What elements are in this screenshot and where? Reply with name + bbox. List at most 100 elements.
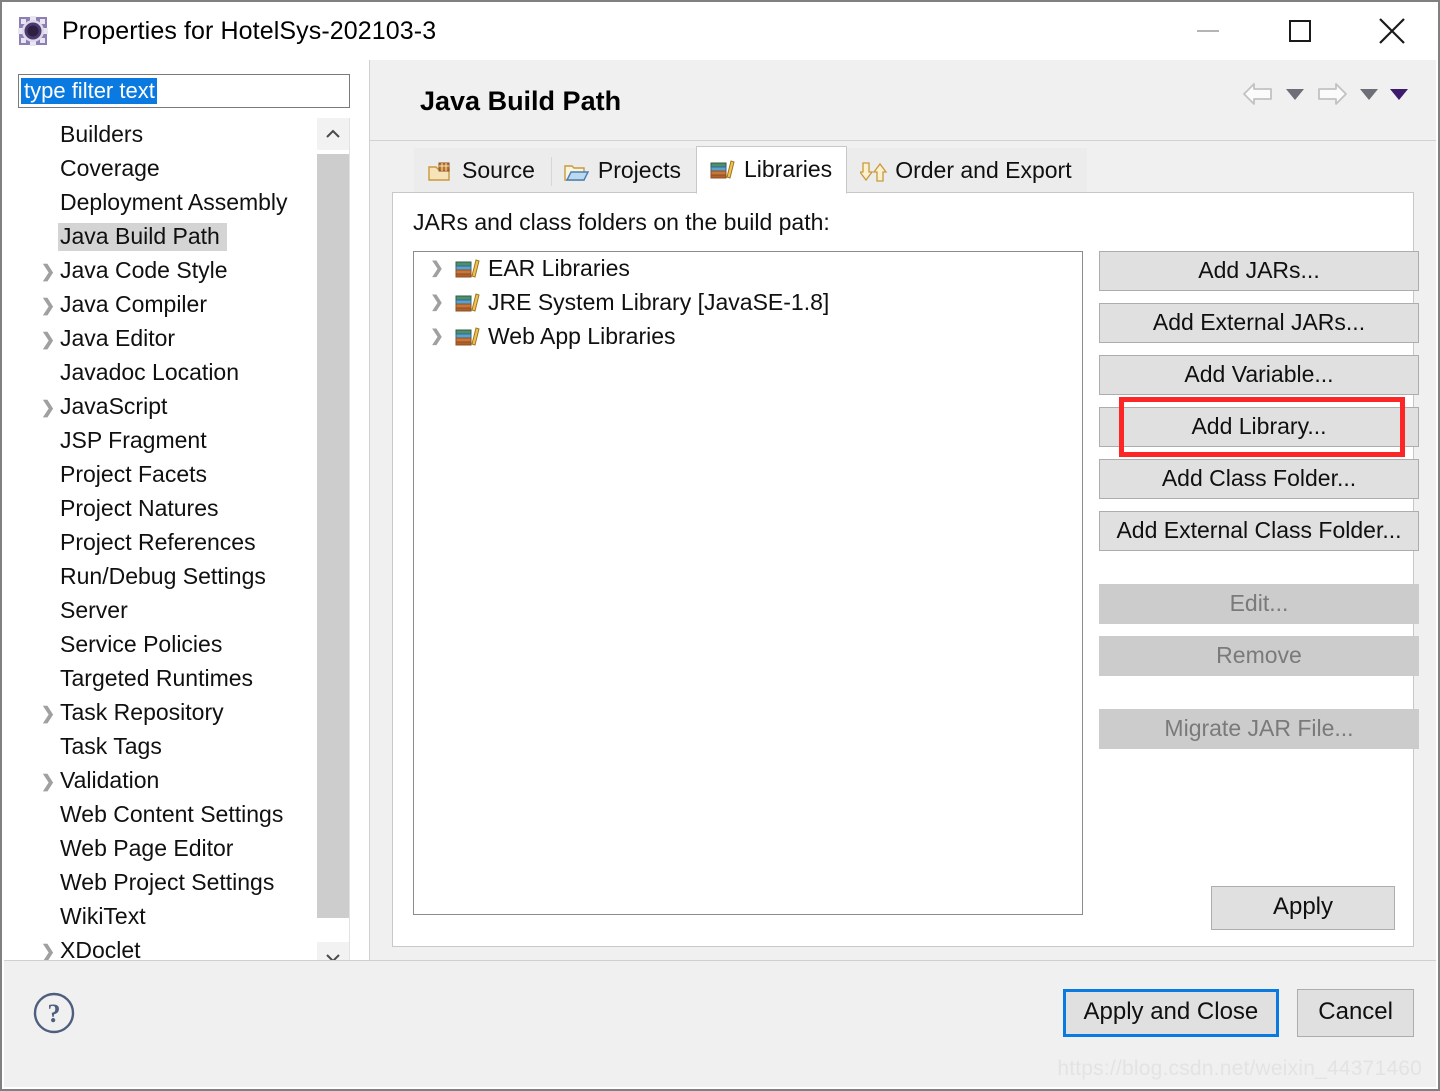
chevron-right-icon[interactable]: ❯ [428, 295, 446, 311]
sidebar-item-coverage[interactable]: Coverage [18, 152, 318, 186]
apply-and-close-button[interactable]: Apply and Close [1062, 989, 1280, 1037]
sidebar-item-label: Project References [60, 528, 256, 555]
help-question-icon: ? [33, 992, 75, 1034]
sidebar-item-label: Targeted Runtimes [60, 664, 254, 691]
sidebar-item-label: Web Page Editor [60, 834, 234, 861]
sidebar-item-javascript[interactable]: ❯ JavaScript [18, 390, 318, 424]
sidebar-item-label: Deployment Assembly [60, 188, 288, 215]
sidebar-item-project-facets[interactable]: Project Facets [18, 458, 318, 492]
sidebar-item-run-debug-settings[interactable]: Run/Debug Settings [18, 560, 318, 594]
sidebar-item-jsp-fragment[interactable]: JSP Fragment [18, 424, 318, 458]
sidebar-item-web-page-editor[interactable]: Web Page Editor [18, 832, 318, 866]
maximize-button[interactable] [1254, 2, 1346, 60]
window-controls [1162, 2, 1438, 60]
library-books-icon [454, 325, 480, 349]
sidebar-item-java-editor[interactable]: ❯ Java Editor [18, 322, 318, 356]
list-caption: JARs and class folders on the build path… [413, 209, 830, 235]
sidebar-item-label: Java Compiler [60, 290, 207, 317]
forward-history-button[interactable] [1354, 85, 1384, 104]
back-button[interactable] [1236, 76, 1280, 112]
chevron-right-icon[interactable]: ❯ [428, 329, 446, 345]
tab-projects[interactable]: Projects [549, 148, 696, 194]
sidebar-item-label: Validation [60, 766, 160, 793]
minimize-icon [1197, 30, 1219, 32]
build-path-list[interactable]: ❯ EAR Libraries ❯ JRE System Library [JavaS… [413, 251, 1083, 915]
chevron-right-icon[interactable]: ❯ [38, 705, 58, 722]
navigation-controls [1236, 76, 1414, 112]
maximize-icon [1289, 20, 1311, 42]
sidebar-item-label: WikiText [60, 902, 146, 929]
sidebar-item-label: Service Policies [60, 630, 223, 657]
sidebar-item-validation[interactable]: ❯ Validation [18, 764, 318, 798]
chevron-right-icon[interactable]: ❯ [38, 331, 58, 348]
sidebar-item-task-tags[interactable]: Task Tags [18, 730, 318, 764]
scrollbar-thumb[interactable] [317, 154, 349, 918]
tree-scrollbar[interactable] [317, 118, 349, 974]
tab-label: Projects [597, 157, 681, 183]
sidebar-item-label: Run/Debug Settings [60, 562, 266, 589]
chevron-down-icon [1360, 88, 1378, 100]
source-folder-icon [427, 160, 453, 184]
sidebar-item-label: Project Facets [60, 460, 207, 487]
library-row[interactable]: ❯ Web App Libraries [414, 320, 1082, 354]
apply-button[interactable]: Apply [1211, 886, 1395, 930]
scroll-up-icon[interactable] [317, 118, 349, 150]
minimize-button[interactable] [1162, 2, 1254, 60]
sidebar-item-builders[interactable]: Builders [18, 118, 318, 152]
sidebar-item-wikitext[interactable]: WikiText [18, 900, 318, 934]
library-row[interactable]: ❯ JRE System Library [JavaSE-1.8] [414, 286, 1082, 320]
dialog-footer: ? Apply and Close Cancel https://blog.cs… [4, 960, 1436, 1087]
forward-button[interactable] [1310, 76, 1354, 112]
sidebar-item-label: Web Content Settings [60, 800, 284, 827]
footer-buttons: Apply and Close Cancel [1062, 989, 1414, 1037]
filter-input[interactable]: type filter text [18, 74, 350, 108]
sidebar-item-java-code-style[interactable]: ❯ Java Code Style [18, 254, 318, 288]
chevron-right-icon[interactable]: ❯ [38, 297, 58, 314]
library-label: Web App Libraries [488, 322, 676, 349]
sidebar-item-java-compiler[interactable]: ❯ Java Compiler [18, 288, 318, 322]
sidebar-item-label: JavaScript [60, 392, 168, 419]
add-variable-button[interactable]: Add Variable... [1099, 355, 1419, 395]
sidebar-item-javadoc-location[interactable]: Javadoc Location [18, 356, 318, 390]
chevron-right-icon[interactable]: ❯ [38, 399, 58, 416]
tab-order-and-export[interactable]: Order and Export [847, 148, 1087, 194]
add-library-button[interactable]: Add Library... [1099, 407, 1419, 447]
sidebar-item-service-policies[interactable]: Service Policies [18, 628, 318, 662]
help-button[interactable]: ? [32, 991, 76, 1035]
sidebar-item-project-references[interactable]: Project References [18, 526, 318, 560]
chevron-right-icon[interactable]: ❯ [38, 263, 58, 280]
back-history-button[interactable] [1280, 85, 1310, 104]
tab-libraries[interactable]: Libraries [695, 146, 848, 194]
main-content: Java Build Path Source Projects Librarie… [369, 60, 1436, 961]
sidebar-item-label: JSP Fragment [60, 426, 207, 453]
sidebar-item-web-content-settings[interactable]: Web Content Settings [18, 798, 318, 832]
sidebar-item-java-build-path[interactable]: Java Build Path [18, 220, 318, 254]
sidebar-item-web-project-settings[interactable]: Web Project Settings [18, 866, 318, 900]
sidebar-item-label: Javadoc Location [60, 358, 240, 385]
sidebar-item-server[interactable]: Server [18, 594, 318, 628]
sidebar-item-label: Builders [60, 120, 144, 147]
chevron-right-icon[interactable]: ❯ [38, 943, 58, 960]
sidebar-item-targeted-runtimes[interactable]: Targeted Runtimes [18, 662, 318, 696]
chevron-right-icon[interactable]: ❯ [428, 261, 446, 277]
sidebar-item-task-repository[interactable]: ❯ Task Repository [18, 696, 318, 730]
filter-input-value: type filter text [21, 77, 157, 105]
view-menu-button[interactable] [1384, 85, 1414, 104]
add-jars-button[interactable]: Add JARs... [1099, 251, 1419, 291]
chevron-right-icon[interactable]: ❯ [38, 773, 58, 790]
sidebar-item-deployment-assembly[interactable]: Deployment Assembly [18, 186, 318, 220]
sidebar-item-label: Java Code Style [60, 256, 228, 283]
sidebar-item-label: Web Project Settings [60, 868, 275, 895]
chevron-down-icon [1286, 88, 1304, 100]
add-external-class-folder-button[interactable]: Add External Class Folder... [1099, 511, 1419, 551]
cancel-button[interactable]: Cancel [1297, 989, 1414, 1037]
view-menu-icon [1390, 88, 1408, 100]
tab-source[interactable]: Source [414, 148, 550, 194]
tab-label: Libraries [743, 155, 833, 182]
sidebar-item-project-natures[interactable]: Project Natures [18, 492, 318, 526]
svg-text:?: ? [48, 999, 61, 1028]
add-class-folder-button[interactable]: Add Class Folder... [1099, 459, 1419, 499]
add-external-jars-button[interactable]: Add External JARs... [1099, 303, 1419, 343]
library-row[interactable]: ❯ EAR Libraries [414, 252, 1082, 286]
close-button[interactable] [1346, 2, 1438, 60]
